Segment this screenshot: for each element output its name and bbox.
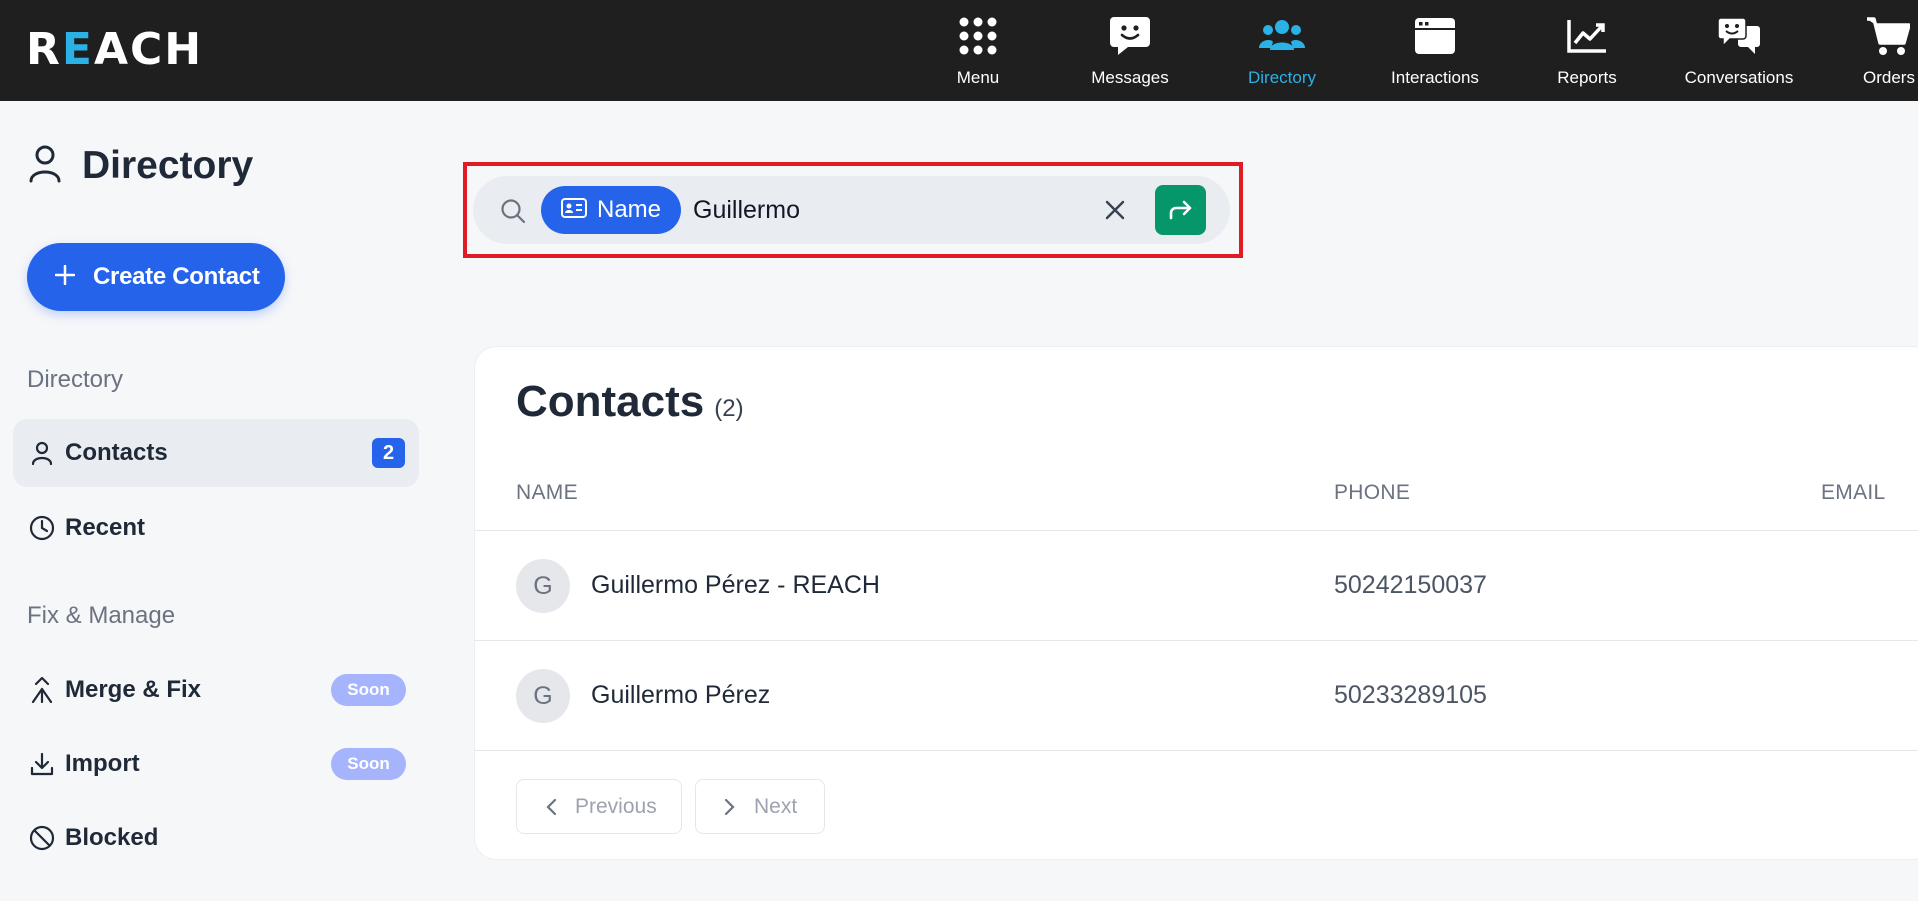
close-icon	[1105, 200, 1125, 220]
table-row[interactable]: G Guillermo Pérez - REACH 50242150037	[475, 530, 1918, 640]
sidebar-item-merge-fix[interactable]: Merge & Fix Soon	[13, 656, 419, 724]
contact-phone: 50242150037	[1334, 571, 1487, 599]
sidebar-item-label: Contacts	[65, 439, 168, 466]
section-label-fix-manage: Fix & Manage	[27, 602, 176, 629]
nav-menu-label: Menu	[956, 68, 1000, 87]
soon-badge: Soon	[331, 748, 406, 780]
nav-reports-label: Reports	[1557, 68, 1617, 87]
nav-conversations[interactable]: Conversations	[1679, 0, 1799, 101]
logo-text-e: E	[61, 24, 94, 75]
sidebar-title: Directory	[28, 144, 253, 188]
nav-interactions-label: Interactions	[1391, 68, 1479, 87]
previous-label: Previous	[575, 794, 657, 818]
contacts-title: Contacts	[516, 377, 705, 426]
search-bar: Name	[473, 176, 1230, 244]
users-icon	[1259, 14, 1305, 58]
sidebar-item-label: Merge & Fix	[65, 676, 202, 703]
clock-icon	[29, 515, 55, 541]
create-contact-button[interactable]: Create Contact	[27, 243, 285, 311]
nav-menu[interactable]: Menu	[918, 0, 1038, 101]
contacts-count-badge: 2	[372, 438, 405, 468]
logo-text-ach: ACH	[93, 24, 204, 75]
sidebar-item-label: Import	[65, 750, 140, 777]
contacts-heading: Contacts (2)	[516, 377, 744, 427]
avatar: G	[516, 559, 570, 613]
nav-directory[interactable]: Directory	[1222, 0, 1342, 101]
sidebar-item-blocked[interactable]: Blocked	[13, 804, 419, 872]
merge-icon	[29, 677, 55, 703]
sidebar-item-import[interactable]: Import Soon	[13, 730, 419, 798]
user-icon	[28, 145, 62, 188]
grid-dots-icon	[955, 14, 1001, 58]
nav-messages-label: Messages	[1091, 68, 1169, 87]
contacts-count: (2)	[714, 395, 744, 422]
search-icon	[500, 198, 526, 224]
contact-name[interactable]: Guillermo Pérez	[591, 681, 770, 710]
nav-orders[interactable]: Orders	[1830, 0, 1918, 101]
sidebar-item-recent[interactable]: Recent	[13, 494, 419, 562]
column-header-phone[interactable]: PHONE	[1334, 481, 1410, 505]
search-submit-button[interactable]	[1155, 185, 1206, 235]
next-label: Next	[754, 794, 798, 818]
reach-logo[interactable]: REACH	[26, 28, 232, 72]
contact-phone: 50233289105	[1334, 681, 1487, 709]
blocked-icon	[29, 825, 55, 851]
logo-text-r: R	[26, 24, 62, 75]
sidebar-item-label: Blocked	[65, 824, 159, 851]
smiley-chat-icon	[1107, 14, 1153, 58]
column-header-email[interactable]: EMAIL	[1821, 481, 1886, 505]
contacts-card: Contacts (2) NAME PHONE EMAIL G Guillerm…	[474, 346, 1918, 860]
nav-messages[interactable]: Messages	[1070, 0, 1190, 101]
forward-arrow-icon	[1169, 200, 1191, 220]
conversations-icon	[1716, 14, 1762, 58]
sidebar-item-label: Recent	[65, 514, 146, 541]
chevron-right-icon	[724, 798, 735, 815]
search-filter-chip[interactable]: Name	[541, 186, 681, 234]
nav-directory-label: Directory	[1247, 68, 1316, 87]
top-nav-bar: REACH Menu Messages Directory Interactio…	[0, 0, 1918, 101]
previous-page-button[interactable]: Previous	[516, 779, 682, 834]
window-icon	[1412, 14, 1458, 58]
plus-icon	[54, 264, 76, 290]
chart-line-icon	[1564, 14, 1610, 58]
sidebar-title-text: Directory	[82, 144, 254, 187]
nav-reports[interactable]: Reports	[1527, 0, 1647, 101]
contact-name[interactable]: Guillermo Pérez - REACH	[591, 571, 880, 600]
user-icon	[29, 440, 55, 466]
sidebar-item-contacts[interactable]: Contacts 2	[13, 419, 419, 487]
id-card-icon	[561, 197, 587, 223]
column-header-name[interactable]: NAME	[516, 481, 578, 505]
clear-search-button[interactable]	[1101, 196, 1129, 224]
download-icon	[29, 751, 55, 777]
nav-interactions[interactable]: Interactions	[1375, 0, 1495, 101]
table-row[interactable]: G Guillermo Pérez 50233289105	[475, 640, 1918, 750]
table-divider	[475, 750, 1918, 751]
nav-orders-label: Orders	[1863, 68, 1915, 87]
search-filter-label: Name	[597, 196, 662, 223]
soon-badge: Soon	[331, 674, 406, 706]
create-contact-label: Create Contact	[93, 263, 260, 290]
next-page-button[interactable]: Next	[695, 779, 825, 834]
cart-icon	[1866, 14, 1910, 58]
avatar: G	[516, 669, 570, 723]
search-input[interactable]	[693, 190, 1083, 230]
section-label-directory: Directory	[27, 366, 124, 393]
nav-conversations-label: Conversations	[1684, 68, 1794, 87]
chevron-left-icon	[546, 798, 557, 815]
